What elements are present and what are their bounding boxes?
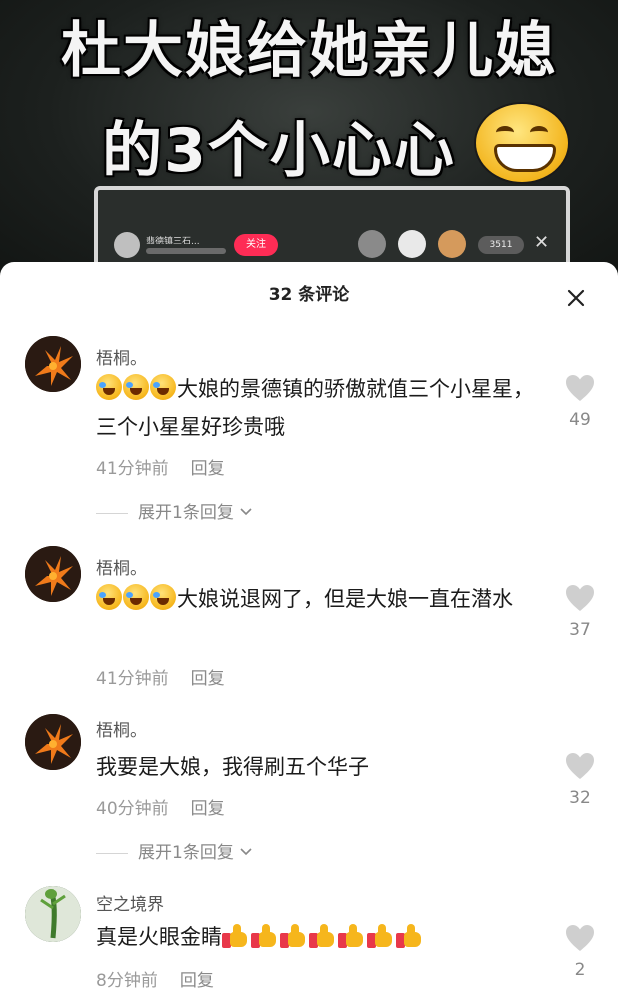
live-streamer-name: 翡德镇三石... [146, 237, 200, 244]
live-close-icon: ✕ [534, 232, 550, 253]
grinning-face-icon [476, 104, 568, 182]
thumbs-up-emoji-icon [309, 924, 335, 948]
close-button[interactable] [562, 284, 590, 312]
like-count: 49 [569, 410, 591, 430]
comment-username[interactable]: 空之境界 [96, 890, 164, 915]
reply-button[interactable]: 回复 [191, 669, 225, 689]
thumbs-up-emoji-row [222, 924, 425, 949]
thumbs-up-emoji-icon [280, 924, 306, 948]
flower-avatar-image [25, 714, 81, 770]
expand-replies[interactable]: 展开1条回复 [96, 838, 253, 863]
laughing-crying-emoji-icon [150, 584, 176, 610]
comment-time: 8分钟前 [96, 971, 158, 991]
comment-text-body: 真是火眼金睛 [96, 925, 222, 949]
chevron-down-icon [240, 508, 252, 516]
reply-button[interactable]: 回复 [180, 971, 214, 991]
live-streamer-sub [146, 248, 226, 254]
live-follow-button: 关注 [234, 234, 278, 256]
laughing-crying-emoji-icon [123, 374, 149, 400]
laughing-crying-emoji-icon [123, 584, 149, 610]
comment-time: 40分钟前 [96, 799, 169, 819]
thumbs-up-emoji-icon [251, 924, 277, 948]
comment-panel: 32 条评论 梧桐。 大娘的景德镇的骄傲就值三个小星星，三个小星星好珍贵哦 41… [0, 262, 618, 1000]
comment-text: 真是火眼金睛 [96, 918, 551, 956]
comment-time: 41分钟前 [96, 459, 169, 479]
flower-avatar-image [25, 546, 81, 602]
expand-replies-label: 展开1条回复 [138, 843, 234, 863]
like-count: 2 [574, 960, 586, 980]
like-button[interactable]: 32 [562, 752, 598, 808]
comment-text: 我要是大娘，我得刷五个华子 [96, 748, 551, 786]
expand-replies-label: 展开1条回复 [138, 503, 234, 523]
comment-username[interactable]: 梧桐。 [96, 344, 147, 369]
thumbs-up-emoji-icon [338, 924, 364, 948]
viewer-avatar-2 [398, 230, 426, 258]
live-avatar [114, 232, 140, 258]
viewer-avatar-3 [438, 230, 466, 258]
thumbs-up-emoji-icon [222, 924, 248, 948]
comment-meta: 41分钟前 回复 [96, 664, 225, 689]
comment-username[interactable]: 梧桐。 [96, 716, 147, 741]
comment-count-title: 32 条评论 [268, 285, 350, 305]
comment-meta: 40分钟前 回复 [96, 794, 225, 819]
divider [96, 852, 128, 854]
laughing-crying-emoji-icon [96, 374, 122, 400]
mantis-avatar-image [25, 886, 81, 942]
comment-text: 大娘的景德镇的骄傲就值三个小星星，三个小星星好珍贵哦 [96, 370, 551, 446]
thumbs-up-emoji-icon [396, 924, 422, 948]
laughing-crying-emoji-icon [150, 374, 176, 400]
laughing-crying-emoji-icon [96, 584, 122, 610]
heart-icon [566, 753, 594, 779]
comment-text: 大娘说退网了，但是大娘一直在潜水 [96, 580, 551, 618]
reply-button[interactable]: 回复 [191, 799, 225, 819]
video-caption-line1: 杜大娘给她亲儿媳 [61, 16, 557, 86]
like-button[interactable]: 2 [562, 924, 598, 980]
chevron-down-icon [240, 848, 252, 856]
video-background[interactable]: 杜大娘给她亲儿媳 的3个小心心 翡德镇三石... 关注 3511 ✕ [0, 0, 618, 280]
flower-avatar-image [25, 336, 81, 392]
like-count: 37 [569, 620, 591, 640]
comment-meta: 8分钟前 回复 [96, 966, 214, 991]
thumbs-up-emoji-icon [367, 924, 393, 948]
avatar[interactable] [25, 886, 81, 942]
avatar[interactable] [25, 336, 81, 392]
comment-time: 41分钟前 [96, 669, 169, 689]
heart-icon [566, 585, 594, 611]
close-icon [567, 289, 585, 307]
expand-replies[interactable]: 展开1条回复 [96, 498, 253, 523]
like-button[interactable]: 49 [562, 374, 598, 430]
live-viewer-count: 3511 [478, 236, 524, 254]
like-count: 32 [569, 788, 591, 808]
avatar[interactable] [25, 546, 81, 602]
comment-username[interactable]: 梧桐。 [96, 554, 147, 579]
heart-icon [566, 375, 594, 401]
reply-button[interactable]: 回复 [191, 459, 225, 479]
like-button[interactable]: 37 [562, 584, 598, 640]
divider [96, 512, 128, 514]
comment-text-body: 大娘说退网了，但是大娘一直在潜水 [177, 587, 513, 611]
live-header-bar: 翡德镇三石... 关注 3511 ✕ [110, 226, 550, 266]
heart-icon [566, 925, 594, 951]
comment-meta: 41分钟前 回复 [96, 454, 225, 479]
avatar[interactable] [25, 714, 81, 770]
comment-text-body: 我要是大娘，我得刷五个华子 [96, 755, 369, 779]
viewer-avatar-1 [358, 230, 386, 258]
